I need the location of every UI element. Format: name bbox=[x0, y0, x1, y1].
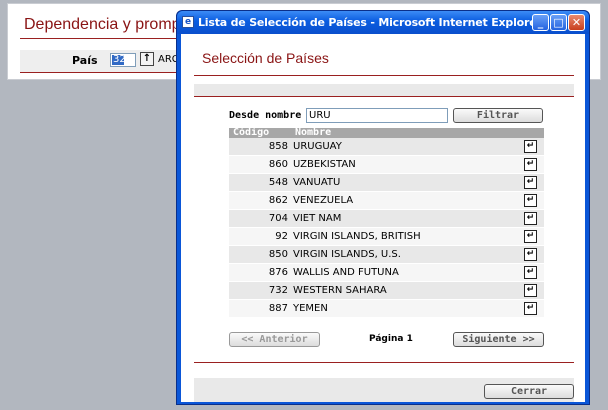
country-code: 887 bbox=[229, 299, 291, 318]
table-row: 732 WESTERN SAHARA ↵ bbox=[229, 281, 544, 300]
row-action-cell: ↵ bbox=[517, 173, 544, 192]
column-header-name[interactable]: Nombre bbox=[291, 128, 517, 138]
search-input[interactable] bbox=[306, 108, 448, 123]
country-name: WALLIS AND FUTUNA bbox=[291, 263, 517, 282]
select-country-button[interactable]: ↵ bbox=[524, 194, 537, 207]
country-code: 860 bbox=[229, 155, 291, 174]
enter-icon: ↵ bbox=[526, 195, 535, 205]
ie-icon: e bbox=[182, 16, 194, 28]
column-header-code[interactable]: Código bbox=[229, 128, 291, 138]
arrow-up-icon: ↑ bbox=[142, 53, 152, 64]
previous-page-button[interactable]: << Anterior bbox=[229, 332, 320, 347]
close-button[interactable]: Cerrar bbox=[484, 384, 574, 399]
select-country-button[interactable]: ↵ bbox=[524, 230, 537, 243]
country-table: Código Nombre 858 URUGUAY ↵ 860 UZBEKISTAN ↵ 5… bbox=[229, 128, 544, 318]
country-code: 704 bbox=[229, 209, 291, 228]
window-title: Lista de Selección de Países - Microsoft… bbox=[198, 16, 542, 29]
country-code: 850 bbox=[229, 245, 291, 264]
enter-icon: ↵ bbox=[526, 177, 535, 187]
row-action-cell: ↵ bbox=[517, 209, 544, 228]
country-name: URUGUAY bbox=[291, 138, 517, 156]
country-name: YEMEN bbox=[291, 299, 517, 318]
select-country-button[interactable]: ↵ bbox=[524, 284, 537, 297]
enter-icon: ↵ bbox=[526, 213, 535, 223]
search-label: Desde nombre bbox=[229, 110, 302, 121]
heading-divider bbox=[194, 75, 574, 76]
table-row: 860 UZBEKISTAN ↵ bbox=[229, 155, 544, 174]
country-code: 858 bbox=[229, 138, 291, 156]
select-country-button[interactable]: ↵ bbox=[524, 212, 537, 225]
table-row: 876 WALLIS AND FUTUNA ↵ bbox=[229, 263, 544, 282]
popup-window: e Lista de Selección de Países - Microso… bbox=[176, 10, 590, 405]
footer-divider bbox=[194, 362, 574, 363]
page-indicator: Página 1 bbox=[369, 334, 413, 344]
pais-label: País bbox=[72, 54, 98, 67]
window-content: Selección de Países Desde nombre Filtrar… bbox=[181, 34, 585, 402]
country-code: 548 bbox=[229, 173, 291, 192]
enter-icon: ↵ bbox=[526, 141, 535, 151]
column-header-action bbox=[517, 128, 544, 138]
table-row: 850 VIRGIN ISLANDS, U.S. ↵ bbox=[229, 245, 544, 264]
table-header: Código Nombre bbox=[229, 128, 544, 138]
window-titlebar[interactable]: e Lista de Selección de Países - Microso… bbox=[177, 11, 589, 34]
row-action-cell: ↵ bbox=[517, 227, 544, 246]
filter-button[interactable]: Filtrar bbox=[453, 108, 543, 123]
next-page-button[interactable]: Siguiente >> bbox=[453, 332, 544, 347]
select-country-button[interactable]: ↵ bbox=[524, 248, 537, 261]
row-action-cell: ↵ bbox=[517, 281, 544, 300]
minimize-button[interactable]: _ bbox=[532, 14, 549, 31]
row-action-cell: ↵ bbox=[517, 299, 544, 318]
table-row: 862 VENEZUELA ↵ bbox=[229, 191, 544, 210]
enter-icon: ↵ bbox=[526, 159, 535, 169]
page-title: Dependencia y prompt bbox=[24, 16, 185, 33]
dialog-heading: Selección de Países bbox=[202, 50, 329, 66]
panel-header-band bbox=[194, 84, 574, 96]
pais-code-input[interactable]: 32 bbox=[110, 53, 136, 67]
enter-icon: ↵ bbox=[526, 231, 535, 241]
row-action-cell: ↵ bbox=[517, 263, 544, 282]
country-name: VENEZUELA bbox=[291, 191, 517, 210]
row-action-cell: ↵ bbox=[517, 191, 544, 210]
table-row: 887 YEMEN ↵ bbox=[229, 299, 544, 318]
enter-icon: ↵ bbox=[526, 285, 535, 295]
row-action-cell: ↵ bbox=[517, 155, 544, 174]
table-row: 704 VIET NAM ↵ bbox=[229, 209, 544, 228]
close-window-button[interactable]: ✕ bbox=[568, 14, 585, 31]
country-name: UZBEKISTAN bbox=[291, 155, 517, 174]
table-row: 92 VIRGIN ISLANDS, BRITISH ↵ bbox=[229, 227, 544, 246]
table-row: 858 URUGUAY ↵ bbox=[229, 138, 544, 156]
select-country-button[interactable]: ↵ bbox=[524, 176, 537, 189]
select-country-button[interactable]: ↵ bbox=[524, 266, 537, 279]
country-code: 92 bbox=[229, 227, 291, 246]
country-name: VANUATU bbox=[291, 173, 517, 192]
enter-icon: ↵ bbox=[526, 267, 535, 277]
country-code: 876 bbox=[229, 263, 291, 282]
row-action-cell: ↵ bbox=[517, 138, 544, 156]
enter-icon: ↵ bbox=[526, 249, 535, 259]
country-code: 732 bbox=[229, 281, 291, 300]
row-action-cell: ↵ bbox=[517, 245, 544, 264]
panel-divider bbox=[194, 96, 574, 97]
country-name: VIRGIN ISLANDS, U.S. bbox=[291, 245, 517, 264]
country-name: VIRGIN ISLANDS, BRITISH bbox=[291, 227, 517, 246]
select-country-button[interactable]: ↵ bbox=[524, 302, 537, 315]
select-country-button[interactable]: ↵ bbox=[524, 140, 537, 153]
country-name: WESTERN SAHARA bbox=[291, 281, 517, 300]
lookup-button[interactable]: ↑ bbox=[140, 52, 154, 66]
country-code: 862 bbox=[229, 191, 291, 210]
table-row: 548 VANUATU ↵ bbox=[229, 173, 544, 192]
select-country-button[interactable]: ↵ bbox=[524, 158, 537, 171]
maximize-button[interactable]: □ bbox=[550, 14, 567, 31]
pais-code-value: 32 bbox=[112, 54, 126, 65]
country-name: VIET NAM bbox=[291, 209, 517, 228]
enter-icon: ↵ bbox=[526, 303, 535, 313]
